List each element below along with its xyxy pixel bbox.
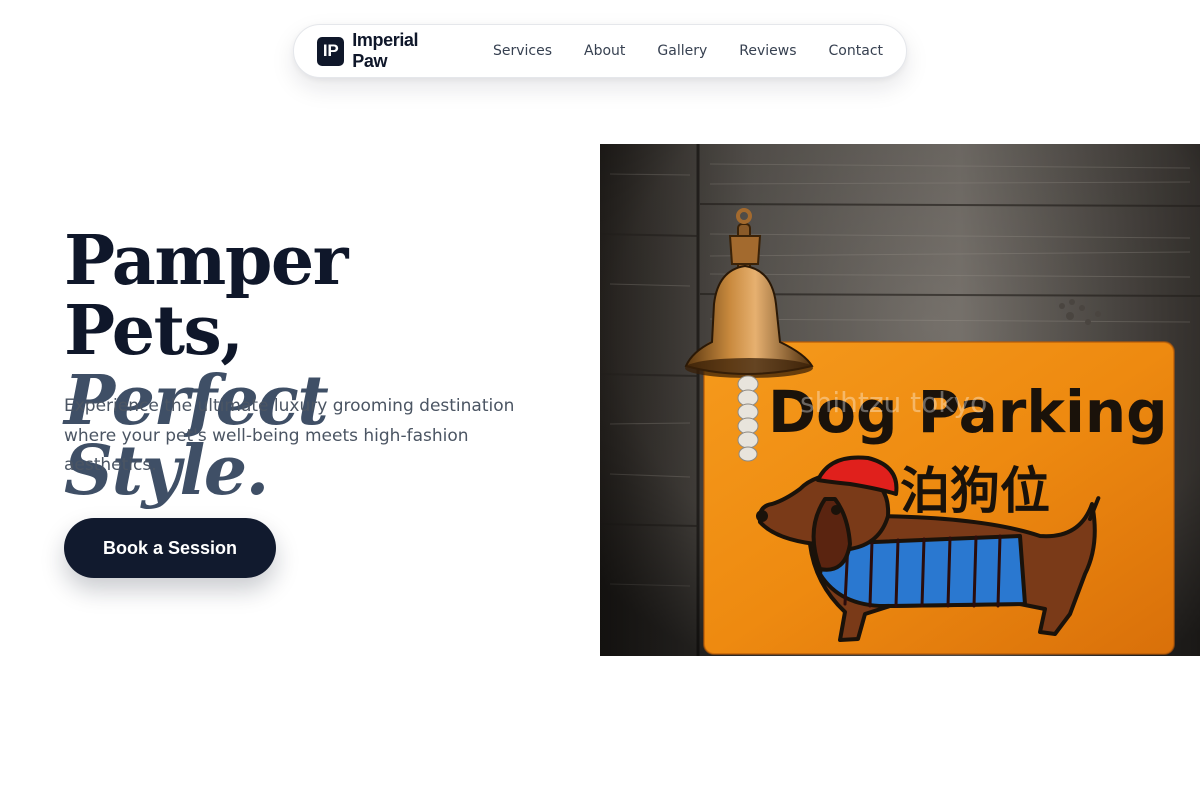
brand-mark: IP xyxy=(317,36,345,66)
nav-link-reviews[interactable]: Reviews xyxy=(739,43,796,59)
nav-link-contact[interactable]: Contact xyxy=(829,43,883,59)
hero-title-line1: Pamper Pets, xyxy=(64,221,348,371)
nav-link-services[interactable]: Services xyxy=(493,43,552,59)
top-navigation: IP Imperial Paw Services About Gallery R… xyxy=(293,24,907,78)
nav-links: Services About Gallery Reviews Contact xyxy=(493,43,883,59)
photo-watermark: shihtzu tokyo xyxy=(800,386,987,419)
book-session-button[interactable]: Book a Session xyxy=(64,518,276,578)
hero-photo: Dog Parking 泊狗位 shihtzu tokyo xyxy=(600,144,1200,656)
brand-name: Imperial Paw xyxy=(352,30,419,71)
brand-logo-link[interactable]: IP Imperial Paw xyxy=(317,30,445,72)
hero-subtitle: Experience the ultimate luxury grooming … xyxy=(64,396,515,475)
nav-link-gallery[interactable]: Gallery xyxy=(657,43,707,59)
sign-text-cn: 泊狗位 xyxy=(900,462,1050,520)
nav-link-about[interactable]: About xyxy=(584,43,625,59)
